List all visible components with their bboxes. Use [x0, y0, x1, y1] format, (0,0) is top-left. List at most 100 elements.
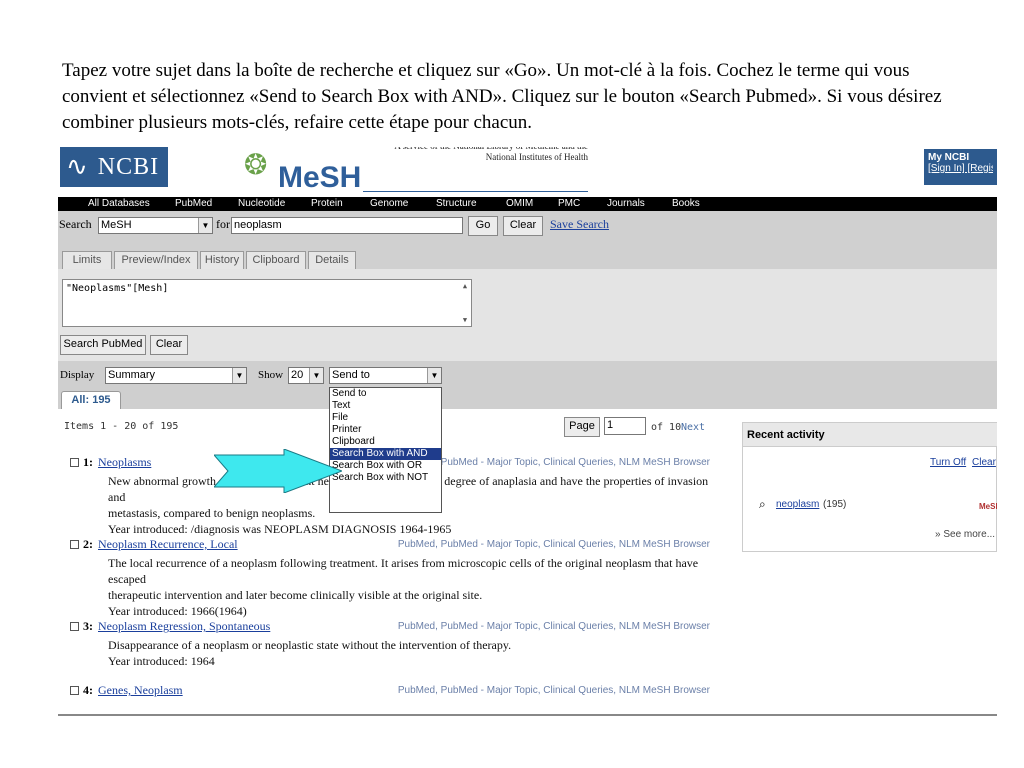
ncbi-swirl-icon: ∿ [66, 152, 88, 182]
ncbi-logo[interactable]: ∿ NCBI [60, 147, 168, 187]
menu-item-file[interactable]: File [330, 412, 441, 424]
search-icon: ⌕ [759, 497, 766, 511]
tab-all-results[interactable]: All: 195 [61, 391, 121, 409]
send-to-dropdown-menu: Send to Text File Printer Clipboard Sear… [329, 387, 442, 513]
send-to-select[interactable]: Send to ▼ [329, 367, 442, 384]
show-count-value: 20 [291, 369, 304, 381]
instructions-text: Tapez votre sujet dans la boîte de reche… [62, 60, 942, 133]
result-related-links[interactable]: PubMed, PubMed - Major Topic, Clinical Q… [398, 685, 710, 696]
bottom-divider [58, 714, 997, 716]
result-checkbox[interactable] [70, 622, 79, 631]
scroll-up-icon[interactable]: ▲ [460, 281, 470, 291]
go-button[interactable]: Go [468, 216, 498, 236]
query-textarea[interactable]: "Neoplasms"[Mesh] ▲ ▼ [62, 279, 472, 327]
nav-item-structure[interactable]: Structure [436, 197, 477, 211]
scroll-down-icon[interactable]: ▼ [460, 315, 470, 325]
database-badge: MeSH [979, 502, 997, 511]
database-select[interactable]: MeSH ▼ [98, 217, 213, 234]
save-search-link[interactable]: Save Search [550, 217, 609, 232]
menu-item-send-to[interactable]: Send to [330, 388, 441, 400]
nav-item-omim[interactable]: OMIM [506, 197, 533, 211]
nav-item-journals[interactable]: Journals [607, 197, 645, 211]
result-title-link[interactable]: Neoplasm Regression, Spontaneous [98, 619, 270, 634]
page-button[interactable]: Page [564, 417, 600, 437]
page-total: of 10 [651, 422, 682, 433]
mesh-logo: ❂ MeSH [236, 149, 366, 195]
display-format-select[interactable]: Summary ▼ [105, 367, 247, 384]
result-related-links[interactable]: PubMed, PubMed - Major Topic, Clinical Q… [398, 457, 710, 468]
database-select-value: MeSH [101, 219, 132, 231]
result-number: 2: [83, 537, 93, 551]
show-count-select[interactable]: 20 ▼ [288, 367, 324, 384]
tab-clipboard[interactable]: Clipboard [246, 251, 306, 269]
search-bar: Search MeSH ▼ for neoplasm Go Clear Save… [58, 211, 997, 269]
tab-preview-index[interactable]: Preview/Index [114, 251, 198, 269]
items-range: Items 1 - 20 of 195 [64, 421, 179, 432]
result-number: 1: [83, 455, 93, 469]
display-bar: Display Summary ▼ Show 20 ▼ Send to ▼ Al… [58, 361, 997, 409]
result-description: The local recurrence of a neoplasm follo… [108, 555, 718, 619]
for-label: for [216, 217, 230, 231]
result-number: 4: [83, 683, 93, 697]
tab-history[interactable]: History [200, 251, 244, 269]
browser-screenshot: ∿ NCBI ❂ MeSH A service of the National … [58, 147, 997, 715]
search-input[interactable]: neoplasm [231, 217, 463, 234]
tree-icon: ❂ [244, 148, 268, 181]
result-desc-line: therapeutic intervention and later becom… [108, 588, 483, 602]
chevron-down-icon: ▼ [198, 218, 212, 233]
result-checkbox[interactable] [70, 686, 79, 695]
menu-item-text[interactable]: Text [330, 400, 441, 412]
result-desc-line: Year introduced: 1966(1964) [108, 604, 247, 618]
my-ncbi-box: My NCBI [Sign In] [Register] [924, 149, 997, 185]
result-desc-line: Disappearance of a neoplasm or neoplasti… [108, 638, 512, 652]
nav-item-books[interactable]: Books [672, 197, 700, 211]
menu-item-clipboard[interactable]: Clipboard [330, 436, 441, 448]
result-desc-line: Year introduced: 1964 [108, 654, 215, 668]
display-label: Display [60, 369, 95, 381]
result-checkbox[interactable] [70, 540, 79, 549]
see-more-link[interactable]: » See more... [935, 529, 995, 540]
result-number: 3: [83, 619, 93, 633]
show-label: Show [258, 369, 284, 381]
header-divider [363, 191, 588, 192]
chevron-down-icon: ▼ [309, 368, 323, 383]
menu-item-search-box-with-or[interactable]: Search Box with OR [330, 460, 441, 472]
nav-item-nucleotide[interactable]: Nucleotide [238, 197, 285, 211]
result-title-link[interactable]: Genes, Neoplasm [98, 683, 183, 698]
chevron-down-icon: ▼ [427, 368, 441, 383]
result-desc-line: The local recurrence of a neoplasm follo… [108, 556, 699, 586]
result-related-links[interactable]: PubMed, PubMed - Major Topic, Clinical Q… [398, 539, 710, 550]
result-desc-line: Year introduced: /diagnosis was NEOPLASM… [108, 522, 452, 536]
nav-item-protein[interactable]: Protein [311, 197, 343, 211]
search-label: Search [59, 217, 92, 231]
next-page-link[interactable]: Next [681, 422, 705, 433]
database-nav-bar: All Databases PubMed Nucleotide Protein … [58, 197, 997, 211]
clear-search-button[interactable]: Clear [503, 216, 543, 236]
result-checkbox[interactable] [70, 458, 79, 467]
nav-item-pmc[interactable]: PMC [558, 197, 580, 211]
recent-query-count: (195) [823, 499, 847, 510]
nav-item-genome[interactable]: Genome [370, 197, 408, 211]
menu-item-search-box-with-not[interactable]: Search Box with NOT [330, 472, 441, 484]
sign-in-register-link[interactable]: [Sign In] [Register] [928, 163, 993, 174]
result-related-links[interactable]: PubMed, PubMed - Major Topic, Clinical Q… [398, 621, 710, 632]
result-title-link[interactable]: Neoplasms [98, 455, 151, 470]
nav-item-all-databases[interactable]: All Databases [88, 197, 150, 211]
turn-off-link[interactable]: Turn Off [930, 457, 966, 468]
tab-details[interactable]: Details [308, 251, 356, 269]
result-title-link[interactable]: Neoplasm Recurrence, Local [98, 537, 238, 552]
pointer-arrow-icon [214, 449, 342, 493]
query-text: "Neoplasms"[Mesh] [66, 283, 169, 294]
page-number-input[interactable]: 1 [604, 417, 646, 435]
recent-query-link[interactable]: neoplasm [776, 499, 819, 510]
clear-activity-link[interactable]: Clear [972, 457, 996, 468]
query-panel: "Neoplasms"[Mesh] ▲ ▼ Search PubMed Clea… [58, 269, 997, 361]
ncbi-logo-text: NCBI [97, 153, 160, 180]
menu-item-printer[interactable]: Printer [330, 424, 441, 436]
page-header: ∿ NCBI ❂ MeSH A service of the National … [58, 147, 997, 197]
tab-limits[interactable]: Limits [62, 251, 112, 269]
menu-item-search-box-with-and[interactable]: Search Box with AND [330, 448, 441, 460]
clear-query-button[interactable]: Clear [150, 335, 188, 355]
nav-item-pubmed[interactable]: PubMed [175, 197, 212, 211]
search-pubmed-button[interactable]: Search PubMed [60, 335, 146, 355]
